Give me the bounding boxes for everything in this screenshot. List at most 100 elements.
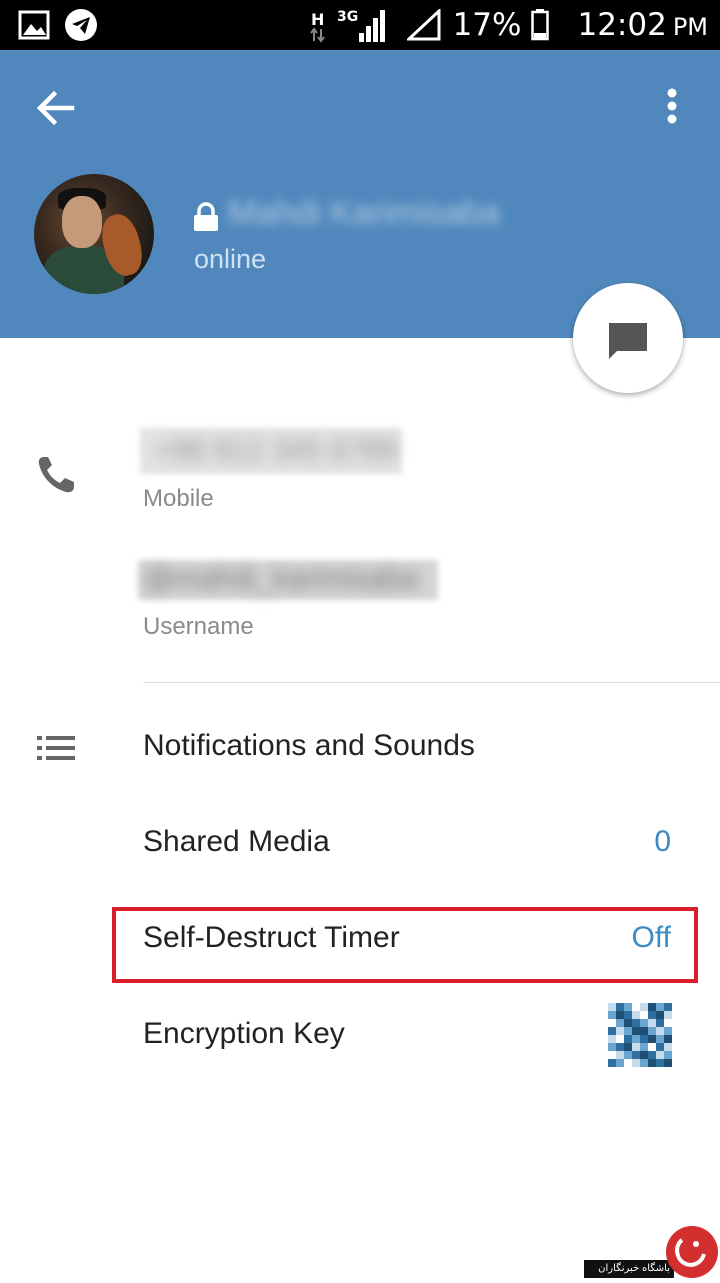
key-cell (656, 1059, 664, 1067)
clock: 12:02 PM (577, 7, 708, 43)
status-bar-notifications (18, 8, 98, 42)
key-cell (608, 1011, 616, 1019)
key-cell (616, 1011, 624, 1019)
key-cell (632, 1035, 640, 1043)
clock-ampm: PM (672, 13, 708, 41)
key-cell (656, 1011, 664, 1019)
shared-media-label: Shared Media (143, 825, 330, 858)
back-button[interactable] (32, 84, 80, 132)
message-button[interactable] (573, 283, 683, 393)
data-transfer-icon: H (309, 10, 325, 43)
network-h-label: H (311, 10, 324, 29)
key-cell (648, 1019, 656, 1027)
key-cell (616, 1003, 624, 1011)
phone-label: Mobile (143, 485, 214, 512)
notifications-label: Notifications and Sounds (143, 729, 475, 762)
key-cell (624, 1003, 632, 1011)
avatar[interactable] (34, 174, 154, 294)
key-cell (656, 1003, 664, 1011)
gallery-icon (18, 10, 50, 40)
key-cell (656, 1027, 664, 1035)
key-cell (608, 1003, 616, 1011)
key-cell (624, 1043, 632, 1051)
watermark-logo (666, 1226, 718, 1278)
key-cell (640, 1027, 648, 1035)
key-cell (648, 1035, 656, 1043)
watermark: باشگاه خبرنگاران (584, 1226, 720, 1280)
key-cell (640, 1035, 648, 1043)
lock-icon (194, 202, 218, 231)
telegram-icon (65, 9, 97, 41)
key-cell (656, 1051, 664, 1059)
username-blurred: @mahdi_karimisaba (138, 560, 438, 600)
key-cell (624, 1059, 632, 1067)
key-cell (632, 1019, 640, 1027)
signal-icon: 3G (337, 9, 385, 42)
key-cell (632, 1043, 640, 1051)
key-cell (640, 1019, 648, 1027)
key-cell (624, 1051, 632, 1059)
key-cell (656, 1035, 664, 1043)
key-cell (632, 1051, 640, 1059)
key-cell (624, 1035, 632, 1043)
clock-time: 12:02 (577, 7, 667, 43)
phone-icon (38, 457, 74, 493)
key-cell (616, 1035, 624, 1043)
encryption-key-image (608, 1003, 672, 1067)
key-cell (648, 1011, 656, 1019)
key-cell (632, 1027, 640, 1035)
key-cell (664, 1019, 672, 1027)
back-arrow-icon (36, 90, 75, 126)
more-options-button[interactable] (650, 84, 694, 132)
key-cell (616, 1051, 624, 1059)
key-cell (608, 1051, 616, 1059)
wifi-signal-icon (406, 9, 441, 41)
contact-status: online (194, 244, 267, 274)
key-cell (656, 1019, 664, 1027)
key-cell (640, 1059, 648, 1067)
key-cell (648, 1051, 656, 1059)
key-cell (632, 1059, 640, 1067)
key-cell (648, 1059, 656, 1067)
key-cell (664, 1027, 672, 1035)
more-vert-icon (667, 88, 677, 124)
key-cell (616, 1059, 624, 1067)
key-cell (608, 1019, 616, 1027)
key-cell (608, 1035, 616, 1043)
key-cell (664, 1035, 672, 1043)
username-label: Username (143, 613, 254, 640)
key-cell (608, 1059, 616, 1067)
key-cell (664, 1043, 672, 1051)
key-cell (648, 1027, 656, 1035)
network-3g-label: 3G (337, 9, 358, 25)
key-cell (632, 1003, 640, 1011)
shared-media-row[interactable] (0, 798, 720, 888)
battery-percent: 17% (452, 7, 522, 43)
highlight-box (112, 907, 698, 983)
status-bar: H 3G 17% 12:02 PM (0, 0, 720, 50)
key-cell (664, 1003, 672, 1011)
battery-icon (531, 9, 550, 41)
key-cell (640, 1051, 648, 1059)
shared-media-count: 0 (654, 825, 671, 858)
divider (143, 682, 720, 683)
key-cell (632, 1011, 640, 1019)
key-cell (664, 1051, 672, 1059)
key-cell (616, 1043, 624, 1051)
key-cell (640, 1003, 648, 1011)
list-icon (37, 736, 75, 760)
key-cell (624, 1011, 632, 1019)
key-cell (640, 1043, 648, 1051)
key-cell (648, 1003, 656, 1011)
phone-number-blurred: +98 912 345 6789 (140, 428, 402, 474)
key-cell (664, 1011, 672, 1019)
key-cell (648, 1043, 656, 1051)
key-cell (608, 1043, 616, 1051)
username: @mahdi_karimisaba (144, 562, 418, 595)
key-cell (640, 1011, 648, 1019)
contact-name: Mahdi Karimisaba (228, 194, 501, 232)
key-cell (656, 1043, 664, 1051)
chat-icon (609, 323, 647, 359)
watermark-text: باشگاه خبرنگاران (584, 1260, 674, 1278)
phone-number: +98 912 345 6789 (154, 434, 397, 467)
